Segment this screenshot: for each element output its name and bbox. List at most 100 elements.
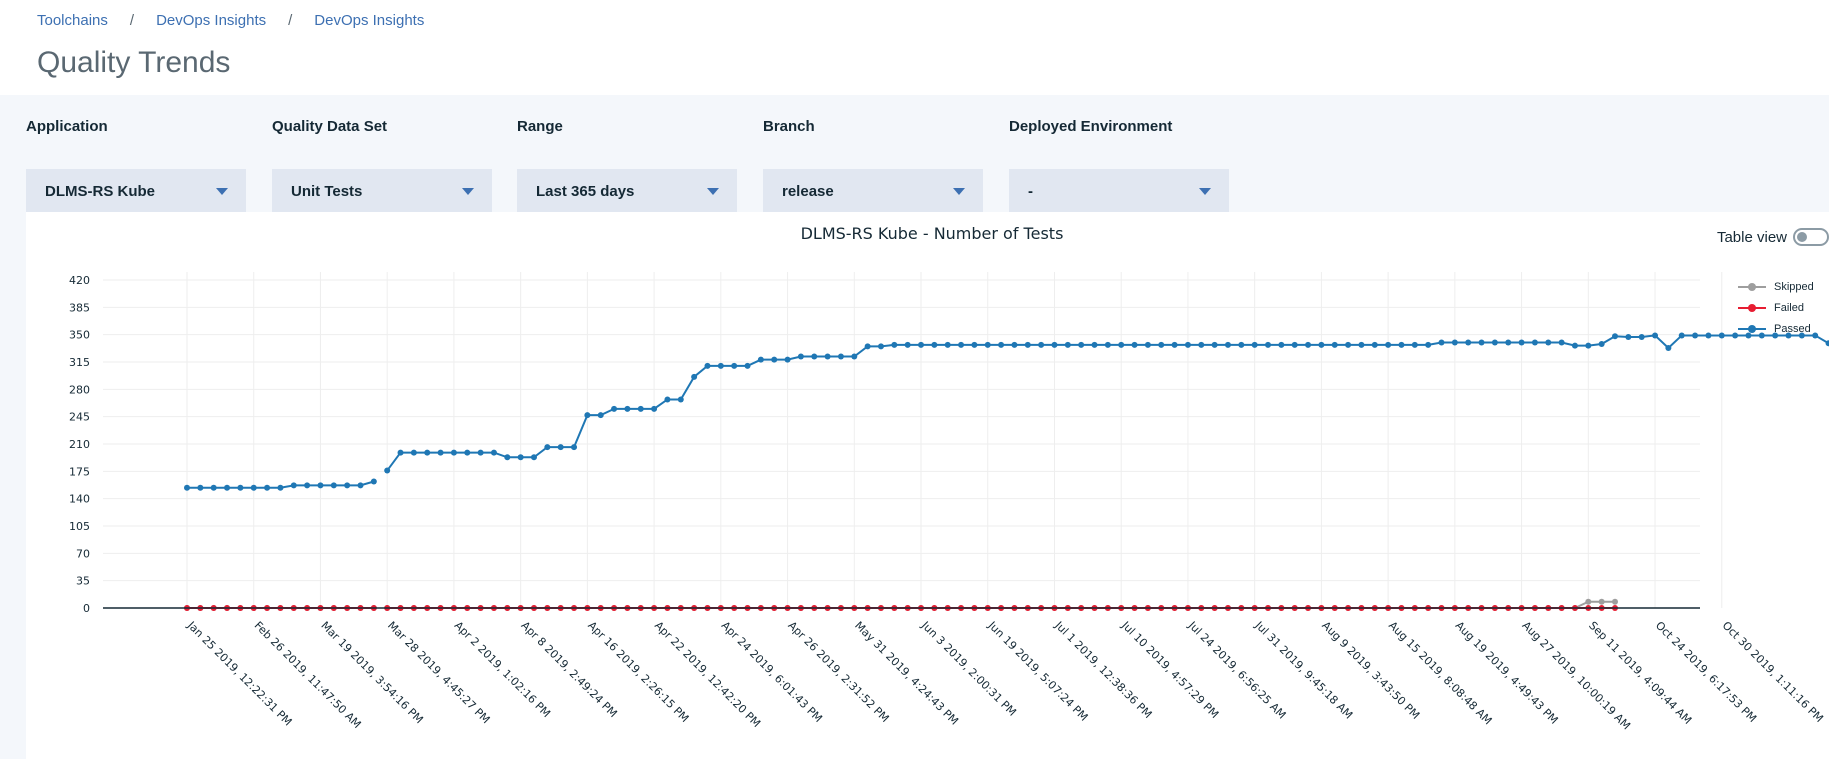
- data-point-passed: [410, 449, 417, 456]
- data-point-passed: [1625, 334, 1632, 341]
- data-point-passed: [571, 444, 578, 451]
- filter-quality-data-set: Quality Data Set Unit Tests: [272, 118, 492, 214]
- legend-swatch-icon: [1738, 324, 1766, 334]
- data-point-passed: [797, 353, 804, 360]
- filter-application-label: Application: [26, 118, 108, 135]
- table-view-toggle[interactable]: [1793, 228, 1829, 246]
- breadcrumb-toolchains-link[interactable]: Toolchains: [37, 12, 108, 29]
- deployed-environment-select[interactable]: -: [1009, 169, 1229, 214]
- quality-data-set-select-value: Unit Tests: [291, 183, 363, 200]
- y-tick-label: 420: [69, 274, 90, 287]
- data-point-passed: [1505, 339, 1512, 346]
- data-point-passed: [1251, 341, 1258, 348]
- data-point-passed: [824, 353, 831, 360]
- data-point-passed: [611, 405, 618, 412]
- chevron-down-icon: [462, 188, 474, 195]
- breadcrumb-devops-insights-link[interactable]: DevOps Insights: [156, 12, 266, 29]
- data-point-passed: [1491, 339, 1498, 346]
- branch-select[interactable]: release: [763, 169, 983, 214]
- chevron-down-icon: [216, 188, 228, 195]
- data-point-passed: [931, 341, 938, 348]
- y-tick-label: 210: [69, 438, 90, 451]
- data-point-passed: [1051, 341, 1058, 348]
- data-point-passed: [277, 484, 284, 491]
- table-view-toggle-group: Table view: [1717, 228, 1829, 246]
- breadcrumb-devops-insights-current-link[interactable]: DevOps Insights: [314, 12, 424, 29]
- quality-data-set-select[interactable]: Unit Tests: [272, 169, 492, 214]
- data-point-passed: [851, 353, 858, 360]
- data-point-passed: [597, 412, 604, 419]
- x-tick-label: Feb 26 2019, 11:47:50 AM: [252, 619, 364, 731]
- data-point-passed: [1425, 341, 1432, 348]
- breadcrumb: Toolchains / DevOps Insights / DevOps In…: [37, 12, 424, 29]
- data-point-passed: [984, 341, 991, 348]
- data-point-passed: [1638, 334, 1645, 341]
- data-point-passed: [210, 484, 217, 491]
- filter-branch-label: Branch: [763, 118, 815, 135]
- chart-legend: Skipped Failed Passed: [1738, 276, 1814, 339]
- data-point-passed: [1438, 339, 1445, 346]
- toggle-knob: [1797, 232, 1807, 242]
- data-point-passed: [1211, 341, 1218, 348]
- data-point-passed: [731, 362, 738, 369]
- application-select[interactable]: DLMS-RS Kube: [26, 169, 246, 214]
- data-point-passed: [197, 484, 204, 491]
- legend-label: Failed: [1774, 301, 1804, 314]
- data-point-passed: [784, 356, 791, 363]
- filter-deployed-environment-label: Deployed Environment: [1009, 118, 1173, 135]
- y-tick-label: 140: [69, 493, 90, 506]
- legend-item-passed[interactable]: Passed: [1738, 318, 1814, 339]
- y-tick-label: 280: [69, 383, 90, 396]
- y-tick-label: 70: [76, 547, 90, 560]
- series-line-passed: [386, 334, 1829, 472]
- legend-item-skipped[interactable]: Skipped: [1738, 276, 1814, 297]
- breadcrumb-separator: /: [288, 12, 293, 29]
- data-point-passed: [544, 444, 551, 451]
- y-tick-label: 105: [69, 520, 90, 533]
- data-point-passed: [1612, 333, 1618, 340]
- legend-label: Skipped: [1774, 280, 1814, 293]
- data-point-passed: [1718, 332, 1725, 339]
- x-tick-label: Apr 22 2019, 12:42:20 PM: [652, 619, 763, 730]
- data-point-passed: [317, 482, 324, 489]
- table-view-label: Table view: [1716, 228, 1787, 246]
- data-point-passed: [1385, 341, 1392, 348]
- legend-swatch-icon: [1738, 282, 1766, 292]
- data-point-passed: [944, 341, 951, 348]
- data-point-passed: [677, 396, 684, 403]
- y-tick-label: 315: [69, 356, 90, 369]
- data-point-passed: [811, 353, 818, 360]
- data-point-passed: [1158, 341, 1165, 348]
- y-tick-label: 35: [76, 575, 90, 588]
- data-point-passed: [1131, 341, 1138, 348]
- data-point-passed: [958, 341, 965, 348]
- quality-trends-chart: DLMS-RS Kube - Number of Tests 0 35 70 105 14…: [69, 224, 1829, 732]
- data-point-passed: [1465, 339, 1472, 346]
- data-point-passed: [1598, 341, 1605, 348]
- y-tick-label: 0: [83, 602, 90, 615]
- range-select[interactable]: Last 365 days: [517, 169, 737, 214]
- page-header: Toolchains / DevOps Insights / DevOps In…: [0, 0, 1829, 95]
- data-point-passed: [891, 341, 898, 348]
- data-point-skipped: [1598, 598, 1605, 605]
- data-point-passed: [1692, 332, 1699, 339]
- data-point-passed: [517, 454, 524, 461]
- data-point-passed: [1705, 332, 1712, 339]
- data-point-passed: [1345, 341, 1352, 348]
- data-point-passed: [971, 341, 978, 348]
- legend-item-failed[interactable]: Failed: [1738, 297, 1814, 318]
- data-point-passed: [1331, 341, 1338, 348]
- y-tick-label: 385: [69, 301, 90, 314]
- data-point-passed: [450, 449, 457, 456]
- data-point-passed: [1078, 341, 1085, 348]
- data-point-passed: [530, 454, 537, 461]
- filter-range: Range Last 365 days: [517, 118, 737, 214]
- deployed-environment-select-value: -: [1028, 183, 1033, 200]
- data-point-passed: [1478, 339, 1485, 346]
- branch-select-value: release: [782, 183, 834, 200]
- data-point-passed: [1184, 341, 1191, 348]
- data-point-passed: [1238, 341, 1245, 348]
- data-point-passed: [904, 341, 911, 348]
- data-point-passed: [1278, 341, 1285, 348]
- data-point-passed: [757, 356, 764, 363]
